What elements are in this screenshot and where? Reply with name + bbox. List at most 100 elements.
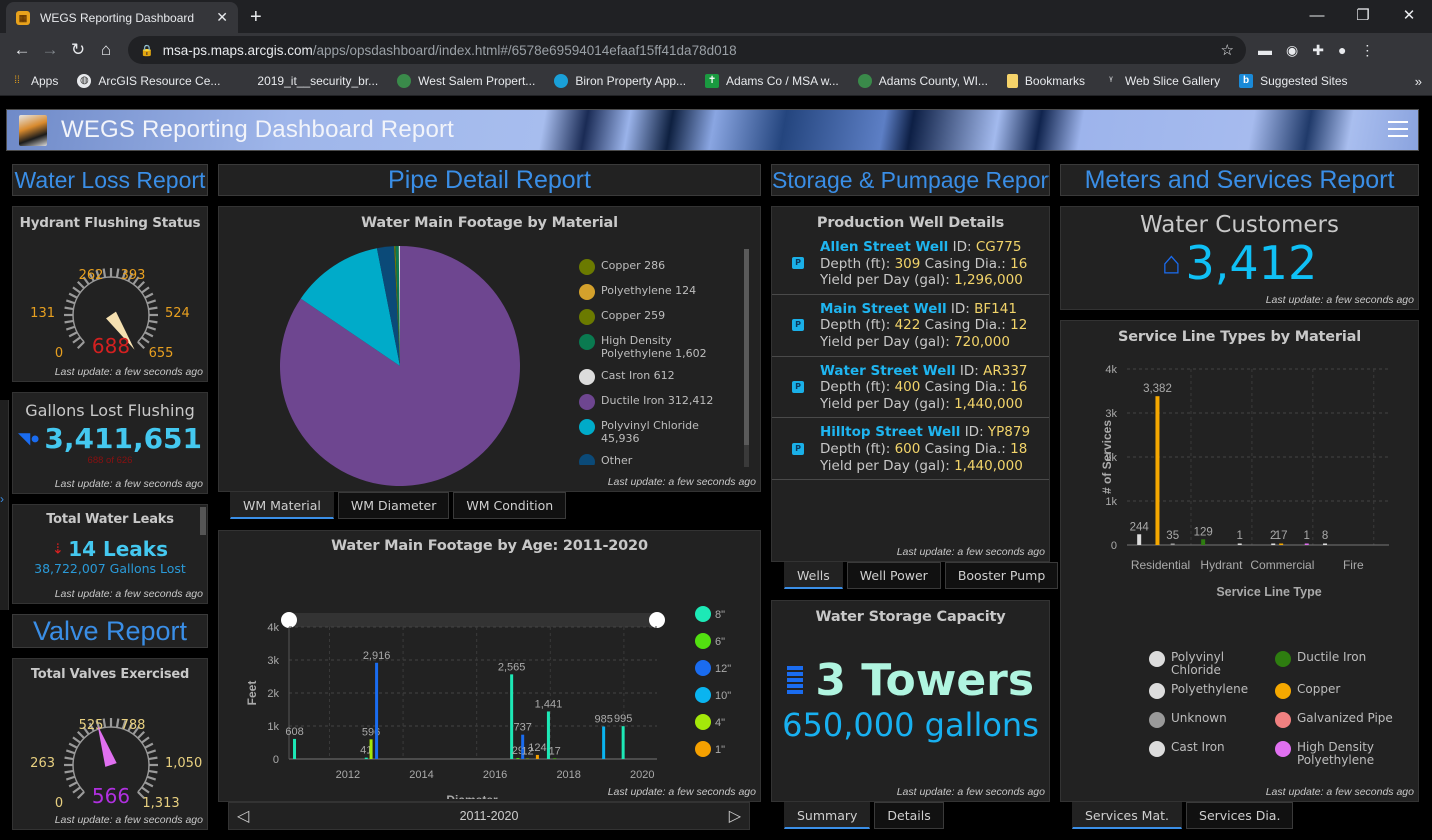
close-tab-icon[interactable]: ✕ [216, 9, 228, 26]
back-icon[interactable]: ← [8, 40, 36, 60]
y-axis-label: Feet [245, 681, 259, 706]
legend-item: Galvanized Pipe [1275, 712, 1415, 735]
gauge-tick-label: 1,050 [165, 756, 202, 771]
legend-swatch [695, 606, 711, 622]
gauge-tick [68, 292, 78, 299]
depth-label: Depth (ft): [820, 379, 895, 396]
legend-swatch [579, 394, 595, 410]
bookmarks-overflow-icon[interactable]: » [1415, 74, 1422, 89]
bookmark-west-salem[interactable]: West Salem Propert... [397, 74, 535, 88]
gauge-tick [141, 336, 150, 344]
next-range-icon[interactable]: ▷ [729, 806, 741, 826]
bookmark-star-icon[interactable]: ☆ [1221, 41, 1234, 59]
bar [1137, 534, 1142, 545]
legend-swatch [1275, 741, 1291, 757]
bar [375, 662, 379, 759]
bookmark-apps[interactable]: ⁞⁞ Apps [10, 74, 58, 88]
bar-data-label: 35 [1166, 530, 1179, 542]
side-panel-toggle[interactable]: › [0, 400, 9, 610]
bookmark-web-slice[interactable]: ᵞ Web Slice Gallery [1104, 74, 1220, 88]
gauge-tick-label: 263 [30, 756, 55, 771]
legend-item: Other [579, 454, 739, 465]
legend-swatch [695, 687, 711, 703]
material-pie-card: Water Main Footage by Material Copper 28… [218, 206, 761, 492]
tab-summary[interactable]: Summary [784, 802, 871, 829]
well-depth: 309 [894, 255, 921, 272]
tab-booster-pump[interactable]: Booster Pump [944, 562, 1059, 589]
last-update: Last update: a few seconds ago [1265, 786, 1414, 798]
home-icon[interactable]: ⌂ [92, 40, 120, 60]
gauge-tick [144, 781, 154, 788]
y-tick-label: 3k [1105, 408, 1117, 420]
tab-services-diameter[interactable]: Services Dia. [1186, 802, 1294, 829]
y-axis-label: # of Services [1100, 420, 1114, 494]
bookmark-adams-county[interactable]: Adams County, WI... [857, 74, 988, 88]
water-tower-icon [786, 665, 803, 696]
well-list-item[interactable]: P Water Street Well ID: AR337 Depth (ft):… [772, 357, 1049, 419]
bookmark-biron[interactable]: Biron Property App... [554, 74, 686, 88]
forward-icon[interactable]: → [36, 40, 64, 60]
tab-wells[interactable]: Wells [784, 562, 843, 589]
well-list-item[interactable]: P Hilltop Street Well ID: YP879 Depth (ft… [772, 418, 1049, 481]
bar [1201, 539, 1206, 545]
bookmark-security[interactable]: 2019_it__security_br... [257, 74, 378, 88]
tab-wm-diameter[interactable]: WM Diameter [337, 492, 450, 519]
minimize-icon[interactable]: — [1294, 0, 1340, 30]
close-window-icon[interactable]: ✕ [1386, 0, 1432, 30]
legend-swatch [579, 284, 595, 300]
legend-label: Copper [1297, 682, 1341, 696]
well-yield: 720,000 [954, 333, 1010, 350]
legend-scrollbar[interactable] [744, 249, 749, 467]
gauge-tick [115, 268, 120, 278]
gauge-tick [65, 775, 76, 781]
well-casing: 12 [1010, 317, 1028, 334]
more-menu-icon[interactable]: ⋮ [1360, 42, 1374, 59]
bookmark-folder[interactable]: Bookmarks [1006, 74, 1085, 88]
restore-icon[interactable]: ❐ [1340, 0, 1386, 30]
browser-tab[interactable]: ▦ WEGS Reporting Dashboard ✕ [6, 2, 238, 33]
last-update: Last update: a few seconds ago [54, 478, 203, 490]
legend-label: Cast Iron [1171, 740, 1225, 754]
bar-data-label: 8 [1322, 530, 1328, 542]
puzzle-icon[interactable]: ✚ [1312, 42, 1324, 59]
legend-swatch [1149, 683, 1165, 699]
bookmark-suggested[interactable]: b Suggested Sites [1239, 74, 1348, 88]
well-list-item[interactable]: P Main Street Well ID: BF141 Depth (ft): … [772, 295, 1049, 357]
y-tick-label: 2k [267, 688, 279, 700]
wells-tabs: Wells Well Power Booster Pump [784, 562, 1059, 589]
extension-circle-icon[interactable]: ◉ [1286, 42, 1298, 59]
tab-services-material[interactable]: Services Mat. [1072, 802, 1183, 829]
range-slider-handle [281, 612, 297, 628]
well-pin-icon: P [792, 442, 804, 455]
legend-item: Copper [1275, 683, 1415, 706]
house-icon: ⌂ [1161, 244, 1182, 281]
scrollbar[interactable] [200, 507, 206, 535]
well-yield: 1,440,000 [954, 457, 1023, 474]
bookmark-arcgis[interactable]: ◍ ArcGIS Resource Ce... [77, 74, 220, 88]
bookmark-adams-msa[interactable]: ✝ Adams Co / MSA w... [705, 74, 839, 88]
well-list-item[interactable]: P Allen Street Well ID: CG775 Depth (ft):… [772, 233, 1049, 295]
hamburger-menu-icon[interactable] [1388, 119, 1408, 139]
tab-details[interactable]: Details [874, 802, 944, 829]
y-tick-label: 0 [273, 754, 279, 766]
url-bar[interactable]: 🔒 msa-ps.maps.arcgis.com /apps/opsdashbo… [128, 36, 1246, 64]
gauge-tick [148, 319, 158, 324]
gauge-tick [64, 306, 74, 311]
well-depth: 600 [894, 440, 921, 457]
card-title: Water Storage Capacity [815, 609, 1006, 625]
tab-wm-material[interactable]: WM Material [230, 492, 334, 519]
bing-icon: b [1239, 74, 1254, 88]
legend-label: Ductile Iron 312,412 [601, 394, 714, 407]
last-update: Last update: a few seconds ago [607, 476, 756, 488]
tab-wm-condition[interactable]: WM Condition [453, 492, 567, 519]
tab-well-power[interactable]: Well Power [846, 562, 941, 589]
gauge-tick [148, 756, 158, 761]
reload-icon[interactable]: ↻ [64, 40, 92, 60]
legend-swatch [695, 660, 711, 676]
legend-swatch [695, 633, 711, 649]
profile-icon[interactable]: ● [1338, 42, 1346, 58]
legend-item: Cast Iron [1149, 741, 1275, 767]
extension-icon[interactable]: ▬ [1258, 42, 1272, 58]
new-tab-icon[interactable]: + [250, 6, 262, 29]
bar [1279, 543, 1284, 545]
